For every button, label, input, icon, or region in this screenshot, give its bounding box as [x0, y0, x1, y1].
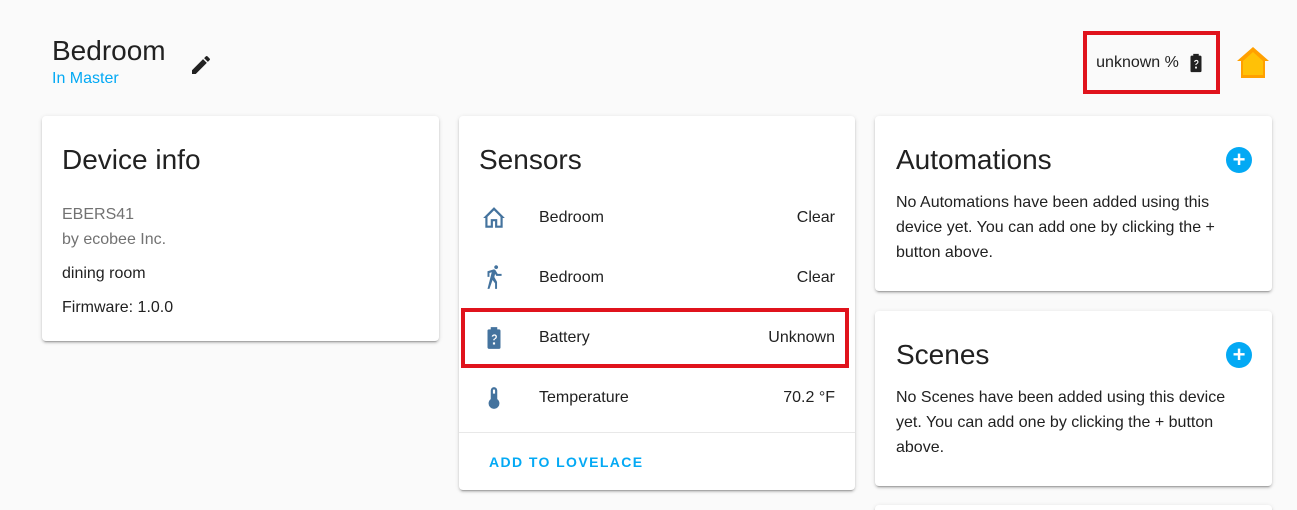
edit-button[interactable]: [186, 50, 216, 80]
home-assistant-icon[interactable]: [1234, 44, 1272, 82]
device-info-card: Device info EBERS41 by ecobee Inc. dinin…: [42, 116, 439, 341]
sensor-row[interactable]: Temperature 70.2 °F: [459, 368, 855, 428]
pencil-icon: [192, 55, 211, 74]
plus-icon: +: [1232, 147, 1246, 172]
scenes-card: Scenes + No Scenes have been added using…: [875, 311, 1272, 486]
area-link[interactable]: In Master: [52, 70, 166, 88]
sensors-title: Sensors: [479, 144, 582, 175]
walk-icon: [481, 265, 507, 291]
thermometer-icon: [481, 385, 507, 411]
automations-title: Automations: [896, 144, 1052, 175]
add-automation-button[interactable]: +: [1226, 147, 1252, 173]
battery-unknown-icon: [1190, 53, 1202, 72]
automations-card: Automations + No Automations have been a…: [875, 116, 1272, 291]
next-card: [875, 505, 1272, 510]
add-to-lovelace-button[interactable]: ADD TO LOVELACE: [489, 454, 644, 470]
page-title: Bedroom: [52, 35, 166, 66]
automations-text: No Automations have been added using thi…: [896, 194, 1215, 261]
card-actions: ADD TO LOVELACE: [459, 432, 855, 490]
battery-status: unknown %: [1083, 31, 1220, 94]
battery-unknown-icon: [481, 325, 507, 351]
sensor-row[interactable]: Bedroom Clear: [459, 248, 855, 308]
sensor-state: 70.2 °F: [783, 389, 835, 406]
plus-icon: +: [1232, 342, 1246, 367]
sensor-state: Clear: [796, 209, 835, 226]
sensor-name: Bedroom: [539, 209, 604, 226]
device-model: EBERS41: [62, 206, 135, 223]
scenes-text: No Scenes have been added using this dev…: [896, 389, 1226, 456]
add-scene-button[interactable]: +: [1226, 342, 1252, 368]
sensors-card: Sensors Bedroom Clear Bedroom Clear Batt…: [459, 116, 855, 490]
sensor-name: Battery: [539, 329, 590, 346]
sensor-state: Unknown: [768, 329, 835, 346]
sensor-name: Temperature: [539, 389, 629, 406]
scenes-title: Scenes: [896, 339, 990, 370]
sensor-row-battery[interactable]: Battery Unknown: [459, 308, 855, 368]
battery-status-text: unknown %: [1096, 53, 1179, 71]
sensor-name: Bedroom: [539, 269, 604, 286]
page-header: Bedroom In Master: [52, 34, 166, 88]
home-outline-icon: [481, 205, 507, 231]
device-info-title: Device info: [62, 144, 201, 175]
device-area: dining room: [62, 265, 146, 282]
sensor-row[interactable]: Bedroom Clear: [459, 188, 855, 248]
device-firmware: Firmware: 1.0.0: [62, 299, 174, 316]
sensor-state: Clear: [796, 269, 835, 286]
device-manufacturer: by ecobee Inc.: [62, 231, 167, 248]
